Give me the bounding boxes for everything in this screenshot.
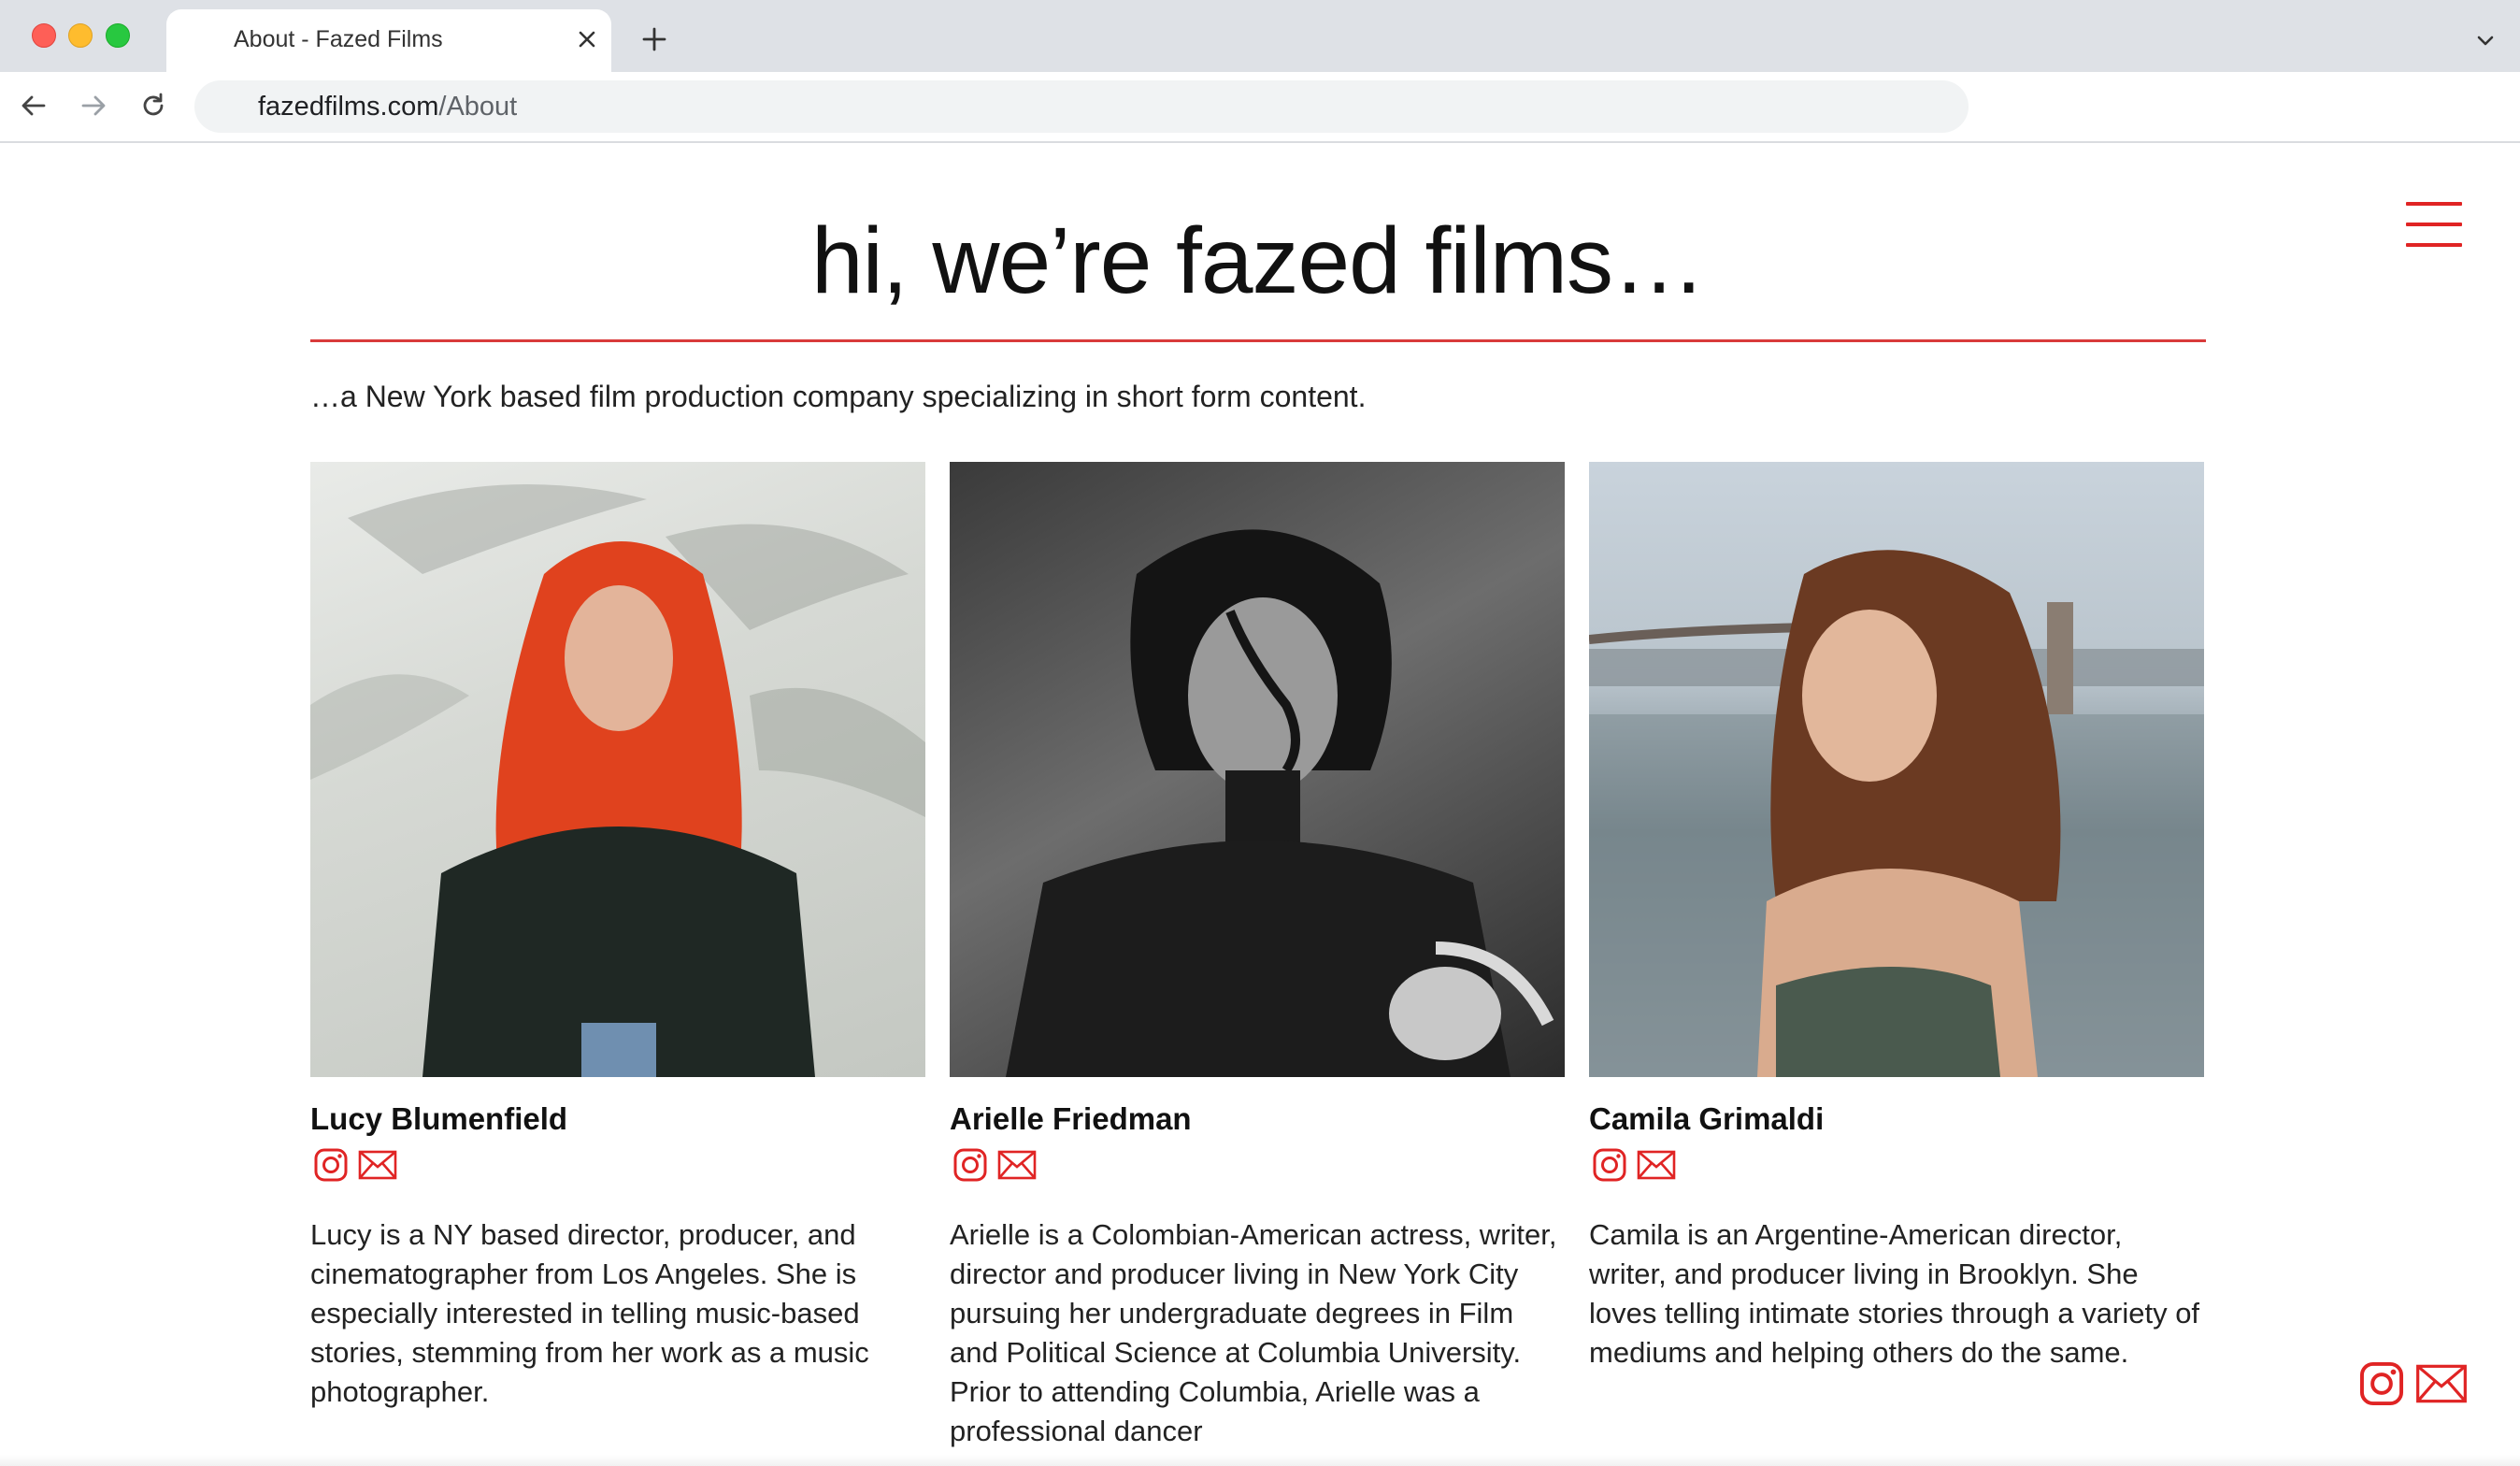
browser-tab-active[interactable]: About - Fazed Films <box>166 9 611 72</box>
team-member-card: Arielle Friedman Arielle is a Colombian-… <box>950 462 1565 1451</box>
url-path: /About <box>438 92 518 122</box>
portrait-illustration <box>310 484 925 1077</box>
instagram-icon[interactable] <box>1589 1144 1630 1186</box>
team-member-card: Camila Grimaldi Camila is an Argentine-A… <box>1589 462 2204 1373</box>
minimize-window-button[interactable] <box>68 23 93 48</box>
site-social-links <box>2355 1358 2468 1410</box>
url-host: fazedfilms.com <box>258 92 439 122</box>
hamburger-menu-icon[interactable] <box>2406 202 2462 251</box>
page-tagline: …a New York based film production compan… <box>310 380 1367 413</box>
new-tab-plus-icon[interactable] <box>636 21 673 58</box>
url-text: fazedfilms.com/About <box>258 92 517 122</box>
address-bar[interactable]: fazedfilms.com/About <box>194 80 1969 133</box>
member-bio: Camila is an Argentine-American director… <box>1589 1218 2200 1369</box>
menu-line <box>2406 243 2462 247</box>
page-title: hi, we’re fazed films… <box>810 208 1706 313</box>
envelope-icon[interactable] <box>2415 1358 2468 1410</box>
close-window-button[interactable] <box>32 23 56 48</box>
member-photo <box>1589 462 2204 1077</box>
member-social-links <box>1589 1144 2204 1186</box>
menu-line <box>2406 223 2462 226</box>
tab-search-chevron-down-icon[interactable] <box>2470 24 2501 56</box>
member-bio: Lucy is a NY based director, producer, a… <box>310 1218 869 1408</box>
back-arrow-icon[interactable] <box>13 85 54 126</box>
title-divider <box>310 339 2206 342</box>
forward-arrow-icon[interactable] <box>73 85 114 126</box>
envelope-icon[interactable] <box>1636 1144 1677 1186</box>
member-social-links <box>310 1144 925 1186</box>
instagram-icon[interactable] <box>2355 1358 2408 1410</box>
member-photo <box>310 462 925 1077</box>
tab-close-icon[interactable] <box>570 22 604 56</box>
member-photo <box>950 462 1565 1077</box>
envelope-icon[interactable] <box>357 1144 398 1186</box>
instagram-icon[interactable] <box>950 1144 991 1186</box>
portrait-illustration <box>1006 529 1554 1077</box>
maximize-window-button[interactable] <box>106 23 130 48</box>
page-content: hi, we’re fazed films… …a New York based… <box>0 142 2520 1466</box>
menu-line <box>2406 202 2462 206</box>
reload-icon[interactable] <box>133 85 174 126</box>
instagram-icon[interactable] <box>310 1144 351 1186</box>
portrait-illustration <box>1589 550 2204 1077</box>
browser-tab-bar: About - Fazed Films <box>0 0 2520 72</box>
member-name: Lucy Blumenfield <box>310 1101 568 1136</box>
member-name: Camila Grimaldi <box>1589 1101 1825 1136</box>
member-name: Arielle Friedman <box>950 1101 1192 1136</box>
page-bottom-fade <box>0 1455 2520 1466</box>
member-social-links <box>950 1144 1565 1186</box>
tab-title: About - Fazed Films <box>234 26 443 52</box>
team-member-card: Lucy Blumenfield Lucy is a NY based dire… <box>310 462 925 1412</box>
browser-toolbar: fazedfilms.com/About <box>0 72 2520 143</box>
envelope-icon[interactable] <box>996 1144 1038 1186</box>
member-bio: Arielle is a Colombian-American actress,… <box>950 1218 1557 1447</box>
